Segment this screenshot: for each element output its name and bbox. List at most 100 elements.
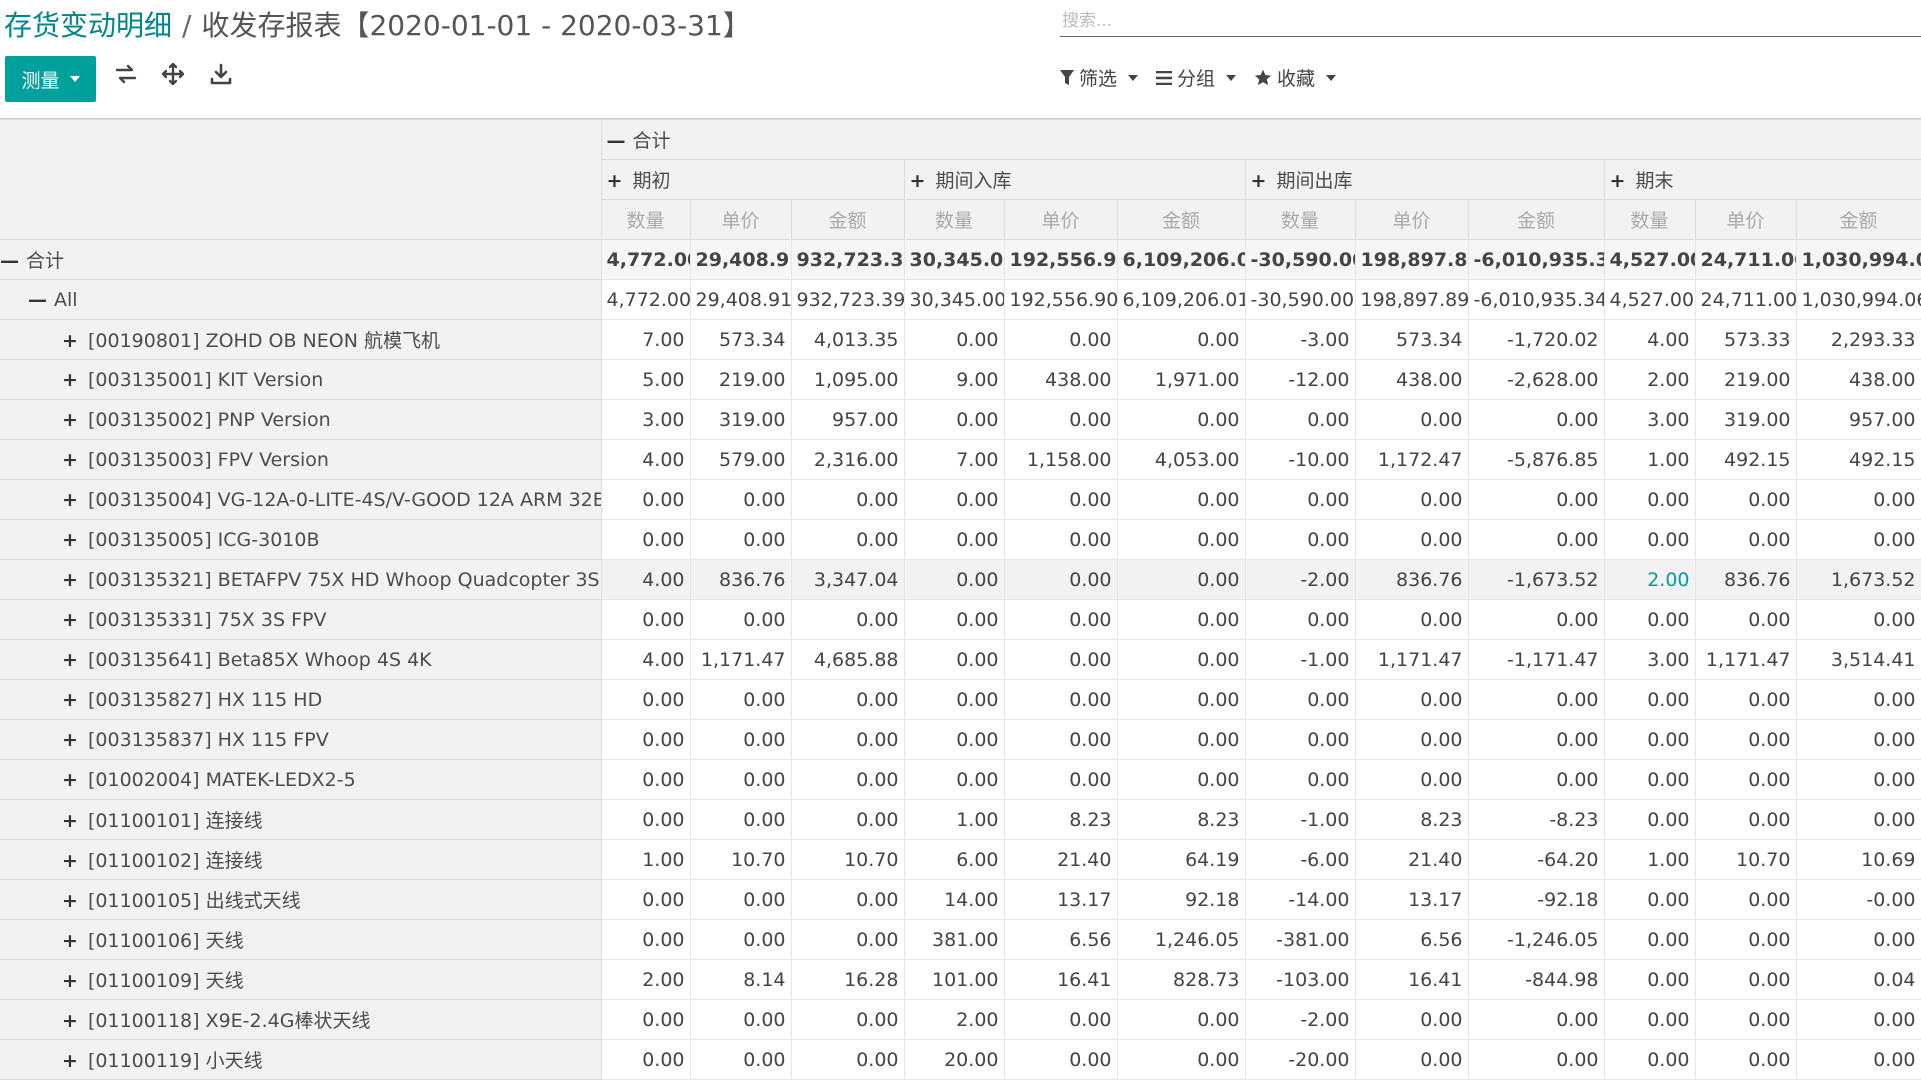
pivot-cell[interactable]: 0.00 (690, 519, 792, 560)
pivot-cell[interactable]: 14.00 (904, 879, 1005, 920)
expand-all-icon[interactable] (161, 62, 185, 94)
row-header[interactable]: + [003135003] FPV Version (0, 439, 602, 480)
pivot-cell[interactable]: 0.00 (1695, 799, 1797, 840)
pivot-cell[interactable]: 0.00 (1004, 639, 1118, 680)
pivot-cell[interactable]: 8.23 (1004, 799, 1118, 840)
pivot-cell[interactable]: -2.00 (1245, 559, 1356, 600)
pivot-cell[interactable]: 2.00 (904, 999, 1005, 1040)
row-header[interactable]: — All (0, 279, 602, 320)
group-by-dropdown[interactable]: 分组 (1156, 64, 1237, 91)
pivot-cell[interactable]: 0.00 (1245, 399, 1356, 440)
pivot-cell[interactable]: 0.00 (601, 879, 691, 920)
pivot-cell[interactable]: 9.00 (904, 359, 1005, 400)
pivot-cell[interactable]: 6.56 (1355, 919, 1469, 960)
pivot-cell[interactable]: 0.00 (1604, 599, 1696, 640)
pivot-cell[interactable]: 0.00 (601, 599, 691, 640)
pivot-cell[interactable]: 0.00 (1695, 479, 1797, 520)
pivot-cell[interactable]: 5.00 (601, 359, 691, 400)
row-header[interactable]: + [01100109] 天线 (0, 959, 602, 1000)
pivot-cell[interactable]: 0.00 (1468, 479, 1605, 520)
pivot-cell[interactable]: 4.00 (1604, 319, 1696, 360)
pivot-cell[interactable]: 16.41 (1004, 959, 1118, 1000)
pivot-cell[interactable]: 0.00 (1796, 679, 1921, 720)
pivot-cell[interactable]: 0.00 (601, 799, 691, 840)
pivot-cell[interactable]: 0.00 (1004, 999, 1118, 1040)
pivot-cell[interactable]: 0.00 (1004, 559, 1118, 600)
pivot-cell[interactable]: 0.00 (1604, 759, 1696, 800)
pivot-cell[interactable]: 0.00 (1604, 719, 1696, 760)
col-header-measure[interactable]: 金额 (790, 199, 905, 240)
pivot-cell[interactable]: 438.00 (1355, 359, 1469, 400)
pivot-cell[interactable]: 0.00 (1004, 479, 1118, 520)
pivot-cell[interactable]: 2.00 (1604, 359, 1696, 400)
pivot-cell[interactable]: 2,316.00 (791, 439, 905, 480)
pivot-cell[interactable]: 4.00 (601, 639, 691, 680)
pivot-cell[interactable]: 0.00 (904, 759, 1005, 800)
pivot-cell[interactable]: 0.00 (1245, 679, 1356, 720)
pivot-cell[interactable]: -0.00 (1796, 879, 1921, 920)
pivot-cell[interactable]: -8.23 (1468, 799, 1605, 840)
pivot-cell[interactable]: 0.00 (690, 799, 792, 840)
pivot-cell[interactable]: -30,590.00 (1245, 239, 1356, 280)
pivot-cell[interactable]: 0.00 (904, 599, 1005, 640)
row-header[interactable]: + [003135837] HX 115 FPV (0, 719, 602, 760)
pivot-cell[interactable]: 0.00 (1245, 479, 1356, 520)
pivot-cell[interactable]: 0.00 (1355, 599, 1469, 640)
pivot-cell[interactable]: 0.00 (1604, 1039, 1696, 1080)
pivot-cell[interactable]: 0.00 (690, 599, 792, 640)
pivot-cell[interactable]: 0.00 (791, 519, 905, 560)
pivot-cell[interactable]: 4,013.35 (791, 319, 905, 360)
pivot-cell[interactable]: 1,095.00 (791, 359, 905, 400)
pivot-cell[interactable]: 0.00 (1468, 999, 1605, 1040)
pivot-cell[interactable]: 92.18 (1117, 879, 1246, 920)
pivot-cell[interactable]: 0.00 (1468, 399, 1605, 440)
pivot-cell[interactable]: 6.56 (1004, 919, 1118, 960)
pivot-cell[interactable]: 24,711.00 (1695, 279, 1797, 320)
pivot-cell[interactable]: 6,109,206.01 (1117, 239, 1246, 280)
pivot-cell[interactable]: 0.00 (1117, 759, 1246, 800)
pivot-cell[interactable]: 3,514.41 (1796, 639, 1921, 680)
pivot-cell[interactable]: 3.00 (1604, 399, 1696, 440)
pivot-cell[interactable]: 0.00 (904, 519, 1005, 560)
pivot-cell[interactable]: 1,171.47 (690, 639, 792, 680)
pivot-cell[interactable]: 0.00 (1117, 599, 1246, 640)
pivot-cell[interactable]: -844.98 (1468, 959, 1605, 1000)
pivot-cell[interactable]: 8.14 (690, 959, 792, 1000)
pivot-cell[interactable]: -92.18 (1468, 879, 1605, 920)
pivot-cell[interactable]: 1,172.47 (1355, 439, 1469, 480)
col-header-measure[interactable]: 金额 (1467, 199, 1605, 240)
pivot-cell[interactable]: 29,408.91 (690, 239, 792, 280)
pivot-cell[interactable]: 0.00 (1796, 599, 1921, 640)
pivot-cell[interactable]: 0.00 (1355, 399, 1469, 440)
pivot-cell[interactable]: 0.00 (1604, 479, 1696, 520)
flip-axis-icon[interactable] (114, 62, 138, 94)
pivot-cell[interactable]: -6,010,935.34 (1468, 279, 1605, 320)
pivot-cell[interactable]: -3.00 (1245, 319, 1356, 360)
pivot-cell[interactable]: 0.00 (791, 759, 905, 800)
pivot-cell[interactable]: 0.00 (791, 799, 905, 840)
pivot-cell[interactable]: 0.00 (1004, 1039, 1118, 1080)
pivot-cell[interactable]: 0.00 (791, 919, 905, 960)
row-header[interactable]: + [003135001] KIT Version (0, 359, 602, 400)
pivot-cell[interactable]: 0.00 (601, 679, 691, 720)
pivot-cell[interactable]: 573.34 (1355, 319, 1469, 360)
pivot-cell[interactable]: 2.00 (1604, 559, 1696, 600)
row-header[interactable]: + [01100102] 连接线 (0, 839, 602, 880)
pivot-cell[interactable]: 0.00 (1004, 599, 1118, 640)
pivot-cell[interactable]: 1,246.05 (1117, 919, 1246, 960)
pivot-cell[interactable]: 20.00 (904, 1039, 1005, 1080)
pivot-cell[interactable]: 0.00 (1245, 719, 1356, 760)
pivot-cell[interactable]: 0.00 (1245, 759, 1356, 800)
pivot-cell[interactable]: 0.00 (1004, 759, 1118, 800)
pivot-cell[interactable]: 0.00 (1695, 999, 1797, 1040)
pivot-cell[interactable]: 836.76 (1355, 559, 1469, 600)
pivot-cell[interactable]: 0.00 (1796, 1039, 1921, 1080)
row-header[interactable]: + [003135002] PNP Version (0, 399, 602, 440)
pivot-cell[interactable]: 0.00 (1604, 959, 1696, 1000)
pivot-cell[interactable]: 0.00 (601, 519, 691, 560)
col-header-measure[interactable]: 数量 (1244, 199, 1356, 240)
pivot-cell[interactable]: 0.00 (1245, 599, 1356, 640)
pivot-cell[interactable]: 4.00 (601, 559, 691, 600)
pivot-cell[interactable]: -103.00 (1245, 959, 1356, 1000)
pivot-cell[interactable]: 0.00 (1796, 719, 1921, 760)
